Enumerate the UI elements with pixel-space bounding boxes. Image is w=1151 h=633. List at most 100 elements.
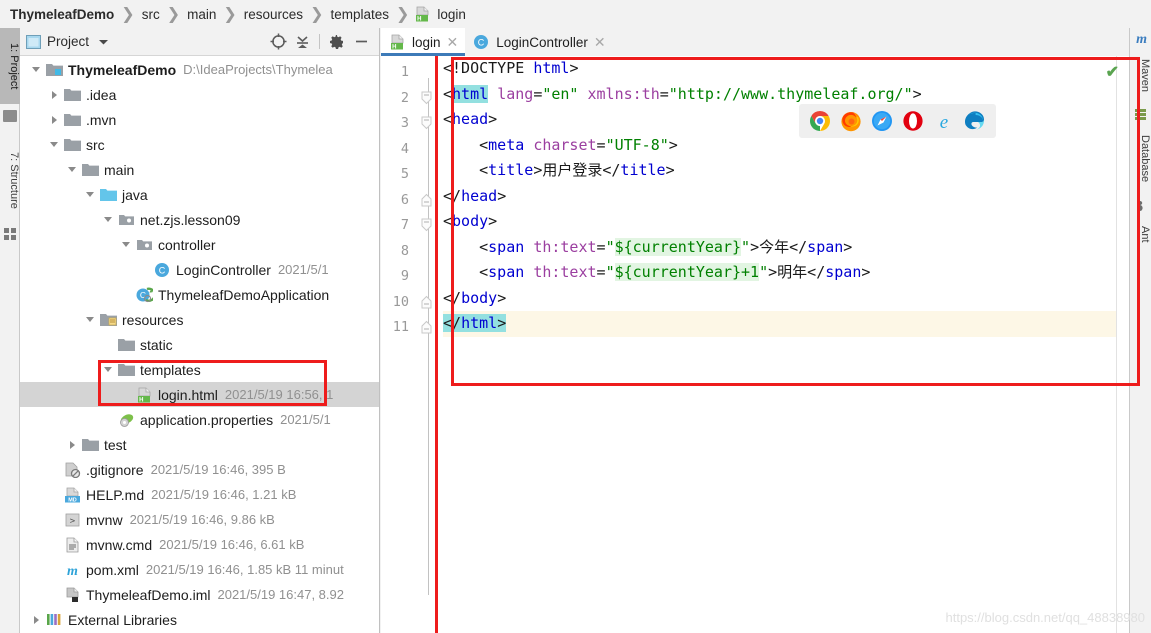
code-token: "en"	[542, 84, 579, 103]
tree-row[interactable]: MD HELP.md 2021/5/19 16:46, 1.21 kB	[20, 482, 379, 507]
tree-row-meta: D:\IdeaProjects\Thymelea	[183, 62, 333, 77]
sidebar-item-project-label: 1: Project	[8, 42, 20, 90]
code-fold-open-icon[interactable]	[421, 116, 432, 135]
chevron-down-icon[interactable]	[120, 238, 133, 251]
code-line[interactable]: <!DOCTYPE html>	[443, 56, 1129, 82]
breadcrumb-item-resources[interactable]: resources	[242, 7, 305, 22]
tree-row[interactable]: C LoginController 2021/5/1	[20, 257, 379, 282]
minimize-icon[interactable]	[349, 31, 373, 53]
tree-row[interactable]: > mvnw 2021/5/19 16:46, 9.86 kB	[20, 507, 379, 532]
tree-row[interactable]: Hlogin.html 2021/5/19 16:56, 1	[20, 382, 379, 407]
code-line[interactable]: </html>	[443, 311, 1129, 337]
sidebar-item-database[interactable]: Database	[1129, 126, 1151, 192]
code-token: >	[668, 135, 678, 154]
code-line[interactable]: <head>	[443, 107, 1129, 133]
breadcrumb-item-main[interactable]: main	[185, 7, 218, 22]
tree-row[interactable]: C ThymeleafDemoApplication	[20, 282, 379, 307]
line-number: 6	[400, 191, 409, 208]
tree-row[interactable]: External Libraries	[20, 607, 379, 632]
chevron-down-icon[interactable]	[84, 188, 97, 201]
tree-row[interactable]: ThymeleafDemo.iml 2021/5/19 16:47, 8.92	[20, 582, 379, 607]
code-token: >	[750, 237, 760, 256]
code-line[interactable]: <span th:text="${currentYear}">今年</span>	[443, 235, 1129, 261]
tree-row[interactable]: static	[20, 332, 379, 357]
code-token: head	[452, 110, 489, 128]
sidebar-item-structure[interactable]: 7: Structure	[0, 136, 20, 224]
code-line[interactable]: <html lang="en" xmlns:th="http://www.thy…	[443, 82, 1129, 108]
safari-icon[interactable]	[871, 110, 893, 132]
code-editor[interactable]: 1 2 3 4 5 6 7 8 9 10 11 <!DOCTYPE html> <html lang=…	[381, 56, 1129, 633]
code-content[interactable]: <!DOCTYPE html> <html lang="en" xmlns:th=…	[443, 56, 1129, 633]
sidebar-item-project[interactable]: 1: Project	[0, 28, 20, 104]
tree-row[interactable]: templates	[20, 357, 379, 382]
editor-gutter[interactable]: 1 2 3 4 5 6 7 8 9 10 11	[381, 56, 443, 633]
editor-area: Hlogin ✕ C LoginController ✕ 1 2 3 4 5 6 7 8 9 10 11 <…	[381, 28, 1129, 633]
checkmark-icon[interactable]: ✔	[1106, 62, 1119, 82]
tree-row[interactable]: m pom.xml 2021/5/19 16:46, 1.85 kB 11 minu…	[20, 557, 379, 582]
breadcrumb-item-login[interactable]: Hlogin	[414, 6, 468, 23]
firefox-icon[interactable]	[840, 110, 862, 132]
tree-row[interactable]: .idea	[20, 82, 379, 107]
chevron-right-icon[interactable]	[48, 113, 61, 126]
breadcrumb-item-templates[interactable]: templates	[328, 7, 391, 22]
locate-icon[interactable]	[266, 31, 290, 53]
tree-row[interactable]: main	[20, 157, 379, 182]
close-icon[interactable]: ✕	[447, 35, 459, 49]
chevron-down-icon[interactable]	[30, 63, 43, 76]
opera-icon[interactable]	[902, 110, 924, 132]
chevron-down-icon[interactable]	[84, 313, 97, 326]
breadcrumb-item-src[interactable]: src	[140, 7, 162, 22]
editor-scrollbar[interactable]	[1116, 56, 1129, 633]
chevron-right-icon[interactable]	[48, 88, 61, 101]
browser-popup[interactable]: e	[799, 104, 996, 138]
chevron-down-icon[interactable]	[98, 33, 109, 51]
chevron-down-icon[interactable]	[102, 213, 115, 226]
sidebar-item-maven[interactable]: Maven	[1129, 52, 1151, 100]
code-line[interactable]: <title>用户登录</title>	[443, 158, 1129, 184]
tree-row[interactable]: net.zjs.lesson09	[20, 207, 379, 232]
close-icon[interactable]: ✕	[594, 35, 606, 49]
code-token: body	[452, 212, 489, 230]
code-fold-close-icon[interactable]	[421, 320, 432, 339]
project-tree[interactable]: ThymeleafDemo D:\IdeaProjects\Thymelea .id…	[20, 57, 379, 633]
editor-tab-logincontroller[interactable]: C LoginController ✕	[465, 28, 612, 56]
collapse-all-icon[interactable]	[290, 31, 314, 53]
tree-row[interactable]: src	[20, 132, 379, 157]
tree-row[interactable]: ThymeleafDemo D:\IdeaProjects\Thymelea	[20, 57, 379, 82]
chevron-right-icon[interactable]	[66, 438, 79, 451]
sidebar-item-ant[interactable]: Ant	[1129, 218, 1151, 250]
code-token: </	[443, 314, 462, 332]
edge-icon[interactable]	[964, 110, 986, 132]
internet-explorer-icon[interactable]: e	[933, 110, 955, 133]
html-file-icon: H	[414, 6, 431, 23]
code-line[interactable]: </body>	[443, 286, 1129, 312]
tree-row[interactable]: java	[20, 182, 379, 207]
editor-tab-login[interactable]: Hlogin ✕	[381, 28, 466, 56]
code-line[interactable]: </head>	[443, 184, 1129, 210]
code-line[interactable]: <body>	[443, 209, 1129, 235]
maven-icon: m	[1136, 32, 1147, 47]
code-line[interactable]: <span th:text="${currentYear}+1">明年</spa…	[443, 260, 1129, 286]
chrome-icon[interactable]	[809, 110, 831, 132]
chevron-down-icon[interactable]	[102, 363, 115, 376]
tree-row[interactable]: application.properties 2021/5/1	[20, 407, 379, 432]
code-line[interactable]: <meta charset="UTF-8">	[443, 133, 1129, 159]
code-fold-open-icon[interactable]	[421, 218, 432, 237]
code-fold-close-icon[interactable]	[421, 295, 432, 314]
tree-row[interactable]: resources	[20, 307, 379, 332]
tree-row[interactable]: mvnw.cmd 2021/5/19 16:46, 6.61 kB	[20, 532, 379, 557]
code-fold-close-icon[interactable]	[421, 193, 432, 212]
tree-row[interactable]: .mvn	[20, 107, 379, 132]
tree-row[interactable]: test	[20, 432, 379, 457]
breadcrumb-item-thymeleafdemo[interactable]: ThymeleafDemo	[8, 7, 116, 22]
chevron-down-icon[interactable]	[66, 163, 79, 176]
chevron-right-icon[interactable]	[30, 613, 43, 626]
chevron-down-icon[interactable]	[48, 138, 61, 151]
code-fold-open-icon[interactable]	[421, 91, 432, 110]
tree-row[interactable]: controller	[20, 232, 379, 257]
gear-icon[interactable]	[325, 31, 349, 53]
code-token: >	[861, 263, 871, 281]
code-token: >	[533, 161, 543, 179]
tree-row[interactable]: .gitignore 2021/5/19 16:46, 395 B	[20, 457, 379, 482]
